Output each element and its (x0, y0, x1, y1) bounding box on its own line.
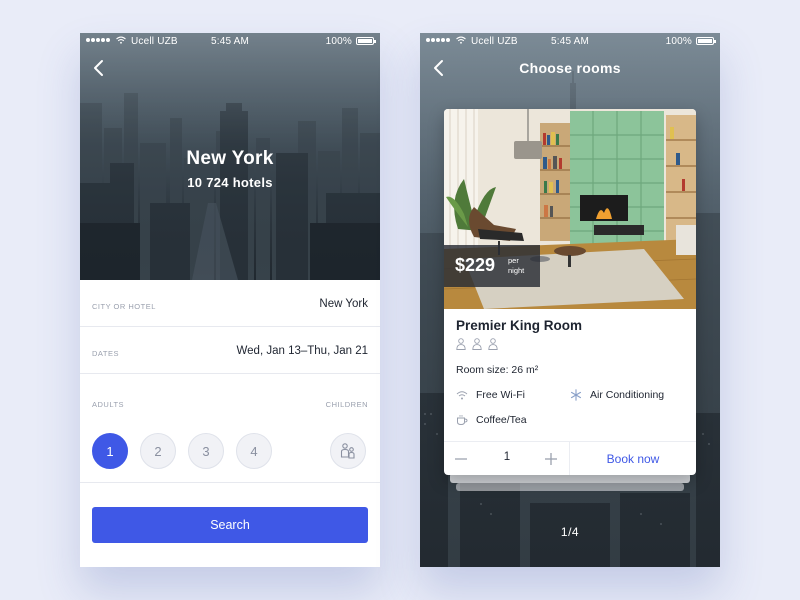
price-tag: $229 per night (444, 245, 540, 287)
children-icon (340, 443, 355, 459)
amenity-label: Coffee/Tea (476, 414, 527, 426)
dates-field-label: DATES (92, 349, 119, 358)
adults-option-1[interactable]: 1 (92, 433, 128, 469)
increase-quantity-button[interactable] (542, 450, 560, 468)
decrease-quantity-button[interactable] (452, 450, 470, 468)
amenity-label: Free Wi-Fi (476, 389, 525, 401)
children-selector-button[interactable] (330, 433, 366, 469)
room-card[interactable]: $229 per night Premier King Room Room si… (444, 109, 696, 475)
city-field[interactable]: CITY OR HOTEL New York (80, 280, 380, 327)
children-label: CHILDREN (325, 400, 368, 409)
snowflake-icon (570, 389, 582, 401)
amenity-label: Air Conditioning (590, 389, 665, 401)
cup-icon (457, 415, 468, 426)
card-footer: 1 Book now (444, 441, 696, 475)
price-unit-line2: night (508, 266, 525, 275)
price-unit-line1: per (508, 256, 519, 265)
battery-icon (356, 37, 376, 45)
adults-label: ADULTS (92, 400, 125, 409)
search-button[interactable]: Search (92, 507, 368, 543)
city-title: New York (186, 148, 274, 169)
price-unit: per night (508, 256, 524, 276)
page-title: Choose rooms (519, 60, 621, 76)
adults-option-4[interactable]: 4 (236, 433, 272, 469)
back-arrow-icon[interactable] (90, 58, 110, 78)
page-indicator: 1/4 (560, 525, 580, 539)
rooms-screen: Ucell UZB 5:45 AM 100% Choose rooms $229… (420, 33, 720, 567)
adults-option-2[interactable]: 2 (140, 433, 176, 469)
adults-option-3[interactable]: 3 (188, 433, 224, 469)
battery-icon (696, 37, 716, 45)
room-price: $229 (455, 255, 496, 275)
dates-field-value: Wed, Jan 13–Thu, Jan 21 (236, 345, 369, 357)
book-now-button[interactable]: Book now (570, 442, 696, 475)
search-screen: Ucell UZB 5:45 AM 100% New York 10 724 h… (80, 33, 380, 567)
wifi-icon (456, 391, 468, 400)
room-name: Premier King Room (456, 318, 583, 333)
room-size: Room size: 26 m² (456, 364, 539, 376)
divider (80, 482, 380, 483)
guest-capacity-icons (456, 338, 498, 350)
city-field-value: New York (319, 298, 368, 310)
stacked-card-back-2 (456, 483, 684, 491)
dates-field[interactable]: DATES Wed, Jan 13–Thu, Jan 21 (80, 327, 380, 374)
status-bar: Ucell UZB 5:45 AM 100% (80, 33, 380, 51)
room-quantity: 1 (503, 451, 511, 463)
status-bar: Ucell UZB 5:45 AM 100% (420, 33, 720, 51)
battery-label: 100% (325, 36, 352, 47)
city-field-label: CITY OR HOTEL (92, 302, 156, 311)
battery-label: 100% (665, 36, 692, 47)
hotel-count: 10 724 hotels (187, 175, 273, 190)
